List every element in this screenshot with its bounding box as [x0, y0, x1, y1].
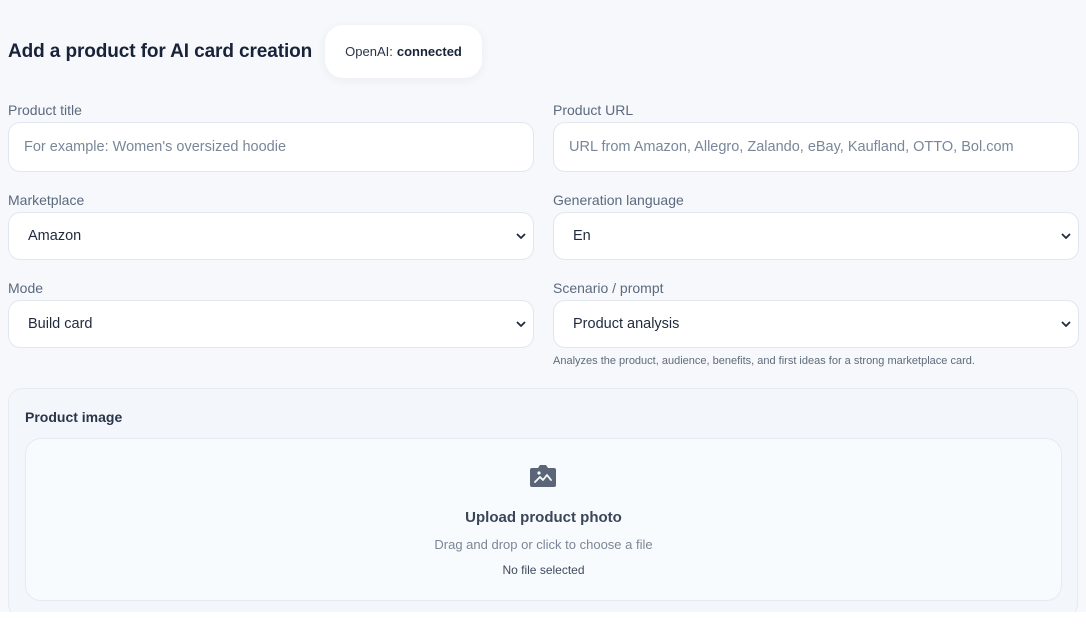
generation-language-select[interactable]: En [553, 212, 1079, 260]
image-upload-icon [528, 463, 558, 489]
chevron-down-icon [1061, 231, 1071, 241]
product-url-field: Product URL URL from Amazon, Allegro, Za… [553, 101, 1079, 172]
generation-language-value: En [573, 228, 591, 244]
generation-language-field: Generation language En [553, 191, 1079, 260]
marketplace-label: Marketplace [8, 192, 85, 208]
chevron-down-icon [516, 231, 526, 241]
mode-field: Mode Build card [8, 279, 534, 348]
bottom-edge [0, 612, 1086, 632]
page-title: Add a product for AI card creation [8, 40, 313, 62]
product-title-input[interactable]: For example: Women's oversized hoodie [8, 122, 534, 172]
product-title-label: Product title [8, 102, 82, 118]
chevron-down-icon [516, 319, 526, 329]
marketplace-value: Amazon [28, 228, 82, 244]
scenario-value: Product analysis [573, 316, 680, 332]
upload-subtitle: Drag and drop or click to choose a file [434, 537, 653, 552]
mode-value: Build card [28, 316, 93, 332]
mode-select[interactable]: Build card [8, 300, 534, 348]
scenario-select[interactable]: Product analysis [553, 300, 1079, 348]
mode-label: Mode [8, 280, 44, 296]
chevron-down-icon [1061, 319, 1071, 329]
status-prefix: OpenAI: [345, 44, 393, 59]
page: Add a product for AI card creation OpenA… [0, 0, 1086, 632]
product-image-section: Product image Upload product photo Drag … [8, 388, 1078, 618]
scenario-hint: Analyzes the product, audience, benefits… [553, 355, 975, 367]
openai-status-badge: OpenAI: connected [325, 25, 482, 78]
upload-title: Upload product photo [465, 509, 622, 526]
product-title-field: Product title For example: Women's overs… [8, 101, 534, 172]
scenario-label: Scenario / prompt [553, 280, 664, 296]
scenario-field: Scenario / prompt Product analysis [553, 279, 1079, 348]
upload-file-status: No file selected [502, 563, 585, 577]
product-url-label: Product URL [553, 102, 634, 118]
product-image-title: Product image [25, 409, 123, 425]
product-title-placeholder: For example: Women's oversized hoodie [24, 139, 287, 155]
upload-dropzone[interactable]: Upload product photo Drag and drop or cl… [25, 438, 1062, 601]
product-url-placeholder: URL from Amazon, Allegro, Zalando, eBay,… [569, 139, 1014, 155]
marketplace-field: Marketplace Amazon [8, 191, 534, 260]
header: Add a product for AI card creation OpenA… [8, 25, 482, 78]
marketplace-select[interactable]: Amazon [8, 212, 534, 260]
status-value: connected [396, 44, 462, 59]
generation-language-label: Generation language [553, 192, 684, 208]
product-url-input[interactable]: URL from Amazon, Allegro, Zalando, eBay,… [553, 122, 1079, 172]
